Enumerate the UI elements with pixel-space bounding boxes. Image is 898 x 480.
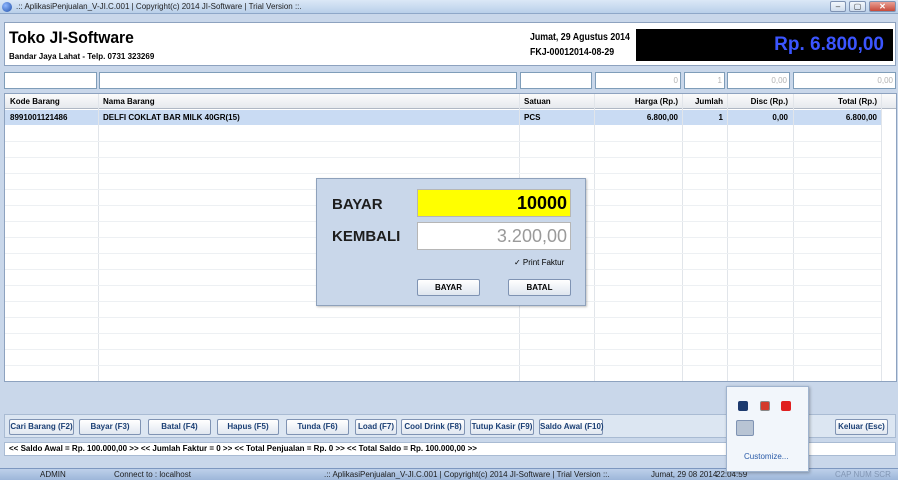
kode-barang-input[interactable] [4, 72, 97, 89]
pdf-tray-icon[interactable] [781, 401, 791, 411]
row-line [5, 317, 881, 318]
cell-nama: DELFI COKLAT BAR MILK 40GR(15) [103, 113, 240, 122]
customize-link[interactable]: Customize... [744, 452, 788, 461]
app-tray-icon[interactable] [760, 401, 770, 411]
print-faktur-checkbox[interactable]: ✓ Print Faktur [514, 258, 564, 267]
shop-name: Toko JI-Software [9, 28, 134, 47]
cell-jumlah: 1 [718, 113, 723, 122]
dialog-batal-button[interactable]: BATAL [508, 279, 571, 296]
minimize-button[interactable]: – [830, 1, 846, 12]
status-indicators: CAP NUM SCR [835, 470, 891, 479]
bayar-input[interactable]: 10000 [417, 189, 571, 217]
cell-harga: 6.800,00 [646, 113, 678, 122]
monitor-tray-icon[interactable] [738, 401, 748, 411]
harga-input[interactable]: 0 [595, 72, 681, 89]
column-header-satuan[interactable]: Satuan [524, 94, 551, 109]
column-header-nama[interactable]: Nama Barang [103, 94, 155, 109]
cursor-tray-icon[interactable] [736, 420, 754, 436]
column-header-harga[interactable]: Harga (Rp.) [595, 94, 678, 109]
column-divider [98, 94, 99, 381]
row-line [5, 157, 881, 158]
column-header-disc[interactable]: Disc (Rp.) [728, 94, 788, 109]
saldo-awal-button[interactable]: Saldo Awal (F10) [539, 419, 604, 435]
cari-barang-button[interactable]: Cari Barang (F2) [9, 419, 74, 435]
close-button[interactable]: ✕ [869, 1, 896, 12]
column-divider [727, 94, 728, 381]
dialog-bayar-button[interactable]: BAYAR [417, 279, 480, 296]
status-user: ADMIN [40, 470, 66, 479]
tutup-kasir-button[interactable]: Tutup Kasir (F9) [470, 419, 534, 435]
row-line [5, 349, 881, 350]
cell-kode: 8991001121486 [10, 113, 68, 122]
kembali-label: KEMBALI [332, 228, 401, 245]
load-button[interactable]: Load (F7) [355, 419, 397, 435]
column-divider [594, 94, 595, 381]
bayar-label: BAYAR [332, 196, 383, 213]
shop-address: Bandar Jaya Lahat - Telp. 0731 323269 [9, 52, 155, 61]
disc-input[interactable]: 0,00 [727, 72, 790, 89]
header-date: Jumat, 29 Agustus 2014 [530, 32, 630, 43]
column-divider [881, 94, 882, 381]
status-connection: Connect to : localhost [114, 470, 191, 479]
hapus-button[interactable]: Hapus (F5) [217, 419, 279, 435]
column-divider [682, 94, 683, 381]
row-line [5, 141, 881, 142]
total-input[interactable]: 0,00 [793, 72, 896, 89]
column-divider [793, 94, 794, 381]
column-header-jumlah[interactable]: Jumlah [683, 94, 723, 109]
jumlah-input[interactable]: 1 [684, 72, 725, 89]
satuan-input[interactable] [520, 72, 592, 89]
nama-barang-input[interactable] [99, 72, 517, 89]
keluar-button[interactable]: Keluar (Esc) [835, 419, 888, 435]
column-header-kode[interactable]: Kode Barang [10, 94, 60, 109]
bayar-button[interactable]: Bayar (F3) [79, 419, 141, 435]
cell-disc: 0,00 [772, 113, 788, 122]
batal-button[interactable]: Batal (F4) [148, 419, 211, 435]
status-date: Jumat, 29 08 2014 [651, 470, 718, 479]
row-line [5, 333, 881, 334]
invoice-number: FKJ-00012014-08-29 [530, 47, 615, 58]
maximize-button[interactable]: ▢ [849, 1, 866, 12]
total-display: Rp. 6.800,00 [774, 34, 884, 55]
kembali-field: 3.200,00 [417, 222, 571, 250]
cell-total: 6.800,00 [845, 113, 877, 122]
app-icon[interactable] [2, 2, 12, 12]
window-title: .:: AplikasiPenjualan_V-JI.C.001 | Copyr… [16, 2, 302, 11]
cell-satuan: PCS [524, 113, 541, 122]
column-header-total[interactable]: Total (Rp.) [794, 94, 877, 109]
row-line [5, 173, 881, 174]
cool-drink-button[interactable]: Cool Drink (F8) [401, 419, 465, 435]
row-line [5, 365, 881, 366]
tunda-button[interactable]: Tunda (F6) [286, 419, 349, 435]
status-title: .:: AplikasiPenjualan_V-JI.C.001 | Copyr… [324, 470, 610, 479]
